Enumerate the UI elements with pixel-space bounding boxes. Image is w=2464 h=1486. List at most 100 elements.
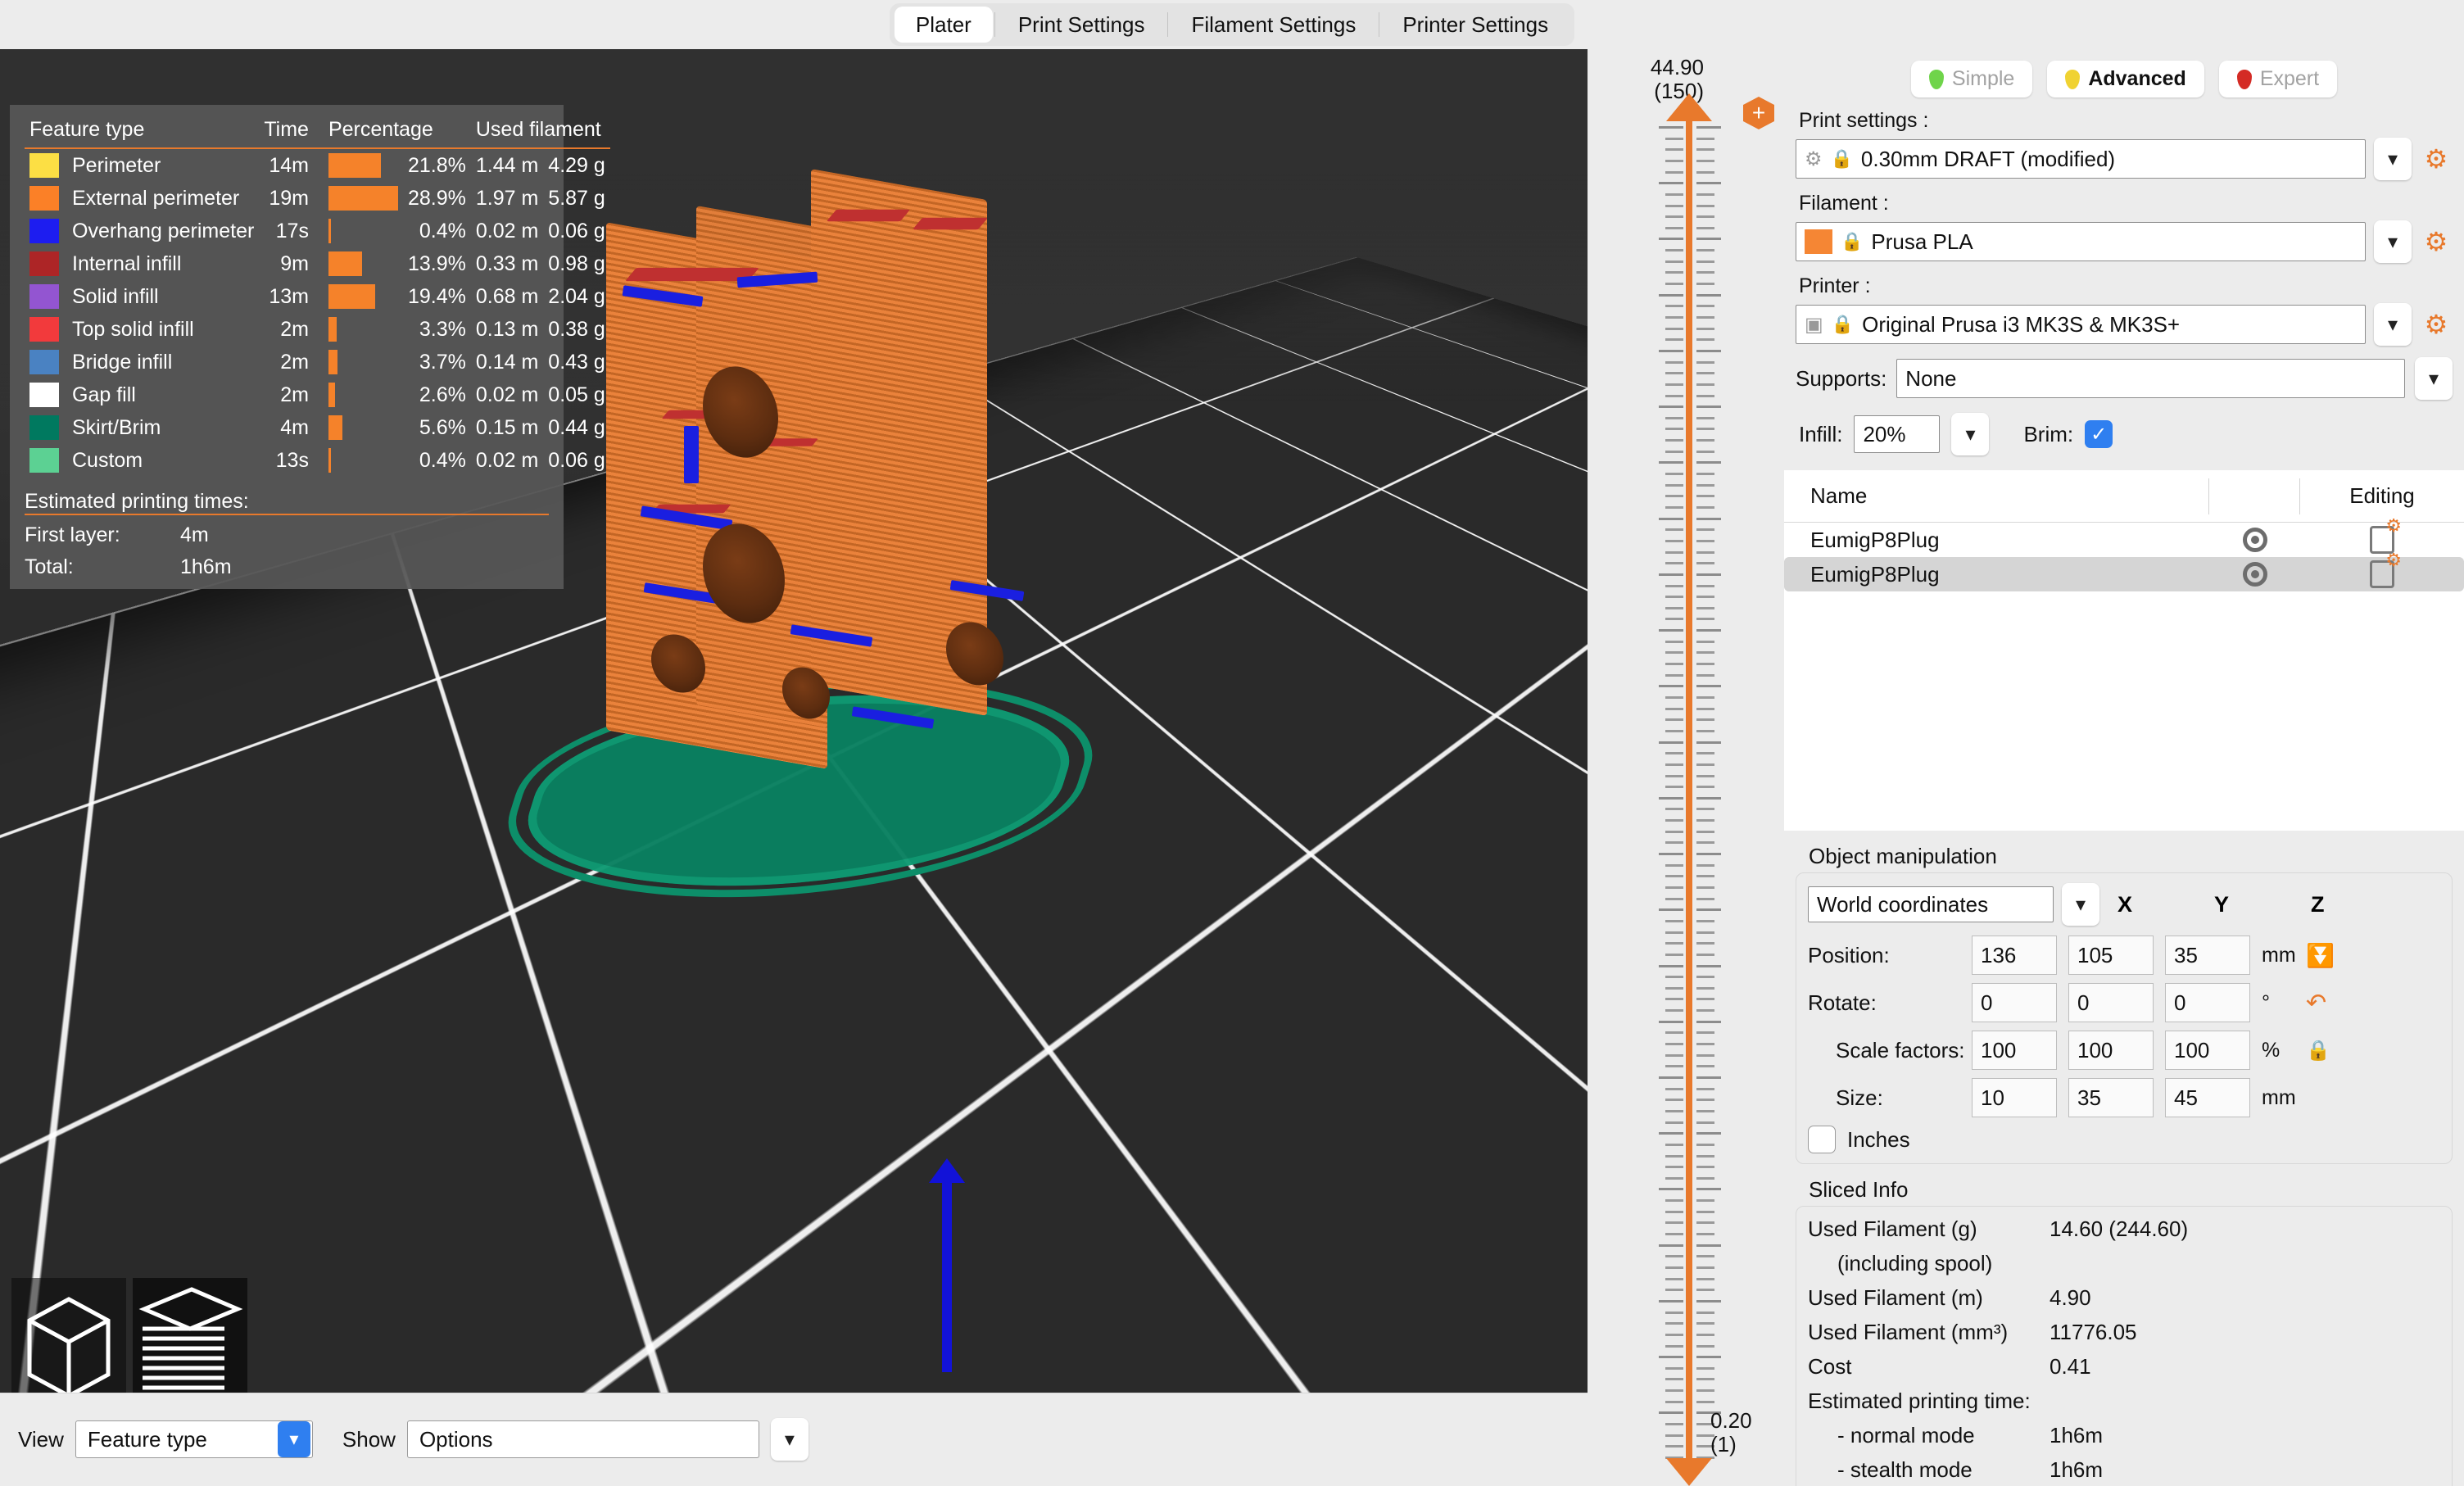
print-settings-dropdown[interactable]: ▾ <box>2374 138 2412 180</box>
om-field-z[interactable]: 45 <box>2165 1078 2250 1117</box>
filament-gear-icon[interactable]: ⚙ <box>2420 225 2453 258</box>
legend-row[interactable]: Custom13s0.4%0.02 m0.06 g <box>25 444 610 477</box>
print-settings-combo[interactable]: ⚙ 🔒 0.30mm DRAFT (modified) <box>1796 139 2366 179</box>
tab-filament-settings[interactable]: Filament Settings <box>1170 7 1377 43</box>
printer-combo[interactable]: ▣ 🔒 Original Prusa i3 MK3S & MK3S+ <box>1796 305 2366 344</box>
layer-tick <box>1696 908 1721 911</box>
om-field-y[interactable]: 35 <box>2068 1078 2154 1117</box>
supports-dropdown[interactable]: ▾ <box>2415 357 2453 400</box>
layer-tick <box>1665 898 1683 900</box>
legend-feature-percentage: 3.3% <box>403 313 471 346</box>
coordinate-system-dropdown[interactable]: ▾ <box>2062 883 2099 926</box>
layer-tick <box>1696 305 1714 307</box>
om-field-x[interactable]: 10 <box>1972 1078 2057 1117</box>
legend-row[interactable]: Internal infill9m13.9%0.33 m0.98 g <box>25 247 610 280</box>
layer-slider-upper-handle[interactable] <box>1666 93 1712 121</box>
supports-combo[interactable]: None <box>1896 359 2405 398</box>
filament-dropdown[interactable]: ▾ <box>2374 220 2412 263</box>
layer-tick <box>1696 227 1714 229</box>
legend-row[interactable]: Top solid infill2m3.3%0.13 m0.38 g <box>25 313 610 346</box>
object-settings-icon[interactable] <box>2300 560 2464 588</box>
3d-preview-viewport[interactable]: Feature type Time Percentage Used filame… <box>0 49 1588 1393</box>
legend-row[interactable]: Skirt/Brim4m5.6%0.15 m0.44 g <box>25 411 610 444</box>
layer-tick <box>1696 506 1714 509</box>
show-select-value: Options <box>408 1427 505 1452</box>
layer-tick <box>1696 1076 1721 1079</box>
show-select[interactable]: Options <box>407 1420 759 1458</box>
vertical-layer-slider[interactable]: 44.90 (150) 44.0041.9039.8038.0035.9033.… <box>1588 49 1784 1486</box>
legend-feature-time: 17s <box>259 215 324 247</box>
printer-dropdown[interactable]: ▾ <box>2374 303 2412 346</box>
print-settings-gear-icon[interactable]: ⚙ <box>2420 143 2453 175</box>
sliced-info-row: Used Filament (m)4.90 <box>1808 1285 2440 1311</box>
layer-tick <box>1696 171 1714 174</box>
sliced-model[interactable] <box>606 139 1196 795</box>
view-mode-icons[interactable] <box>11 1278 257 1393</box>
layer-tick <box>1696 1345 1714 1348</box>
om-field-x[interactable]: 136 <box>1972 936 2057 975</box>
visibility-eye-icon[interactable] <box>2210 528 2300 552</box>
add-color-change-icon[interactable]: + <box>1743 97 1774 129</box>
object-list-row[interactable]: EumigP8Plug <box>1784 523 2464 557</box>
reset-rotation-icon[interactable]: ↶ <box>2306 989 2326 1017</box>
mode-expert-button[interactable]: Expert <box>2219 61 2337 97</box>
layer-tick <box>1659 518 1683 520</box>
legend-row[interactable]: Bridge infill2m3.7%0.14 m0.43 g <box>25 346 610 378</box>
legend-feature-time: 14m <box>259 148 324 182</box>
show-dropdown-button[interactable]: ▾ <box>771 1418 808 1461</box>
layer-tick <box>1659 629 1683 632</box>
object-settings-icon[interactable] <box>2300 526 2464 554</box>
visibility-eye-icon[interactable] <box>2210 562 2300 587</box>
layer-tick <box>1696 461 1721 464</box>
layer-tick <box>1665 428 1683 430</box>
om-field-z[interactable]: 0 <box>2165 983 2250 1022</box>
legend-row[interactable]: Overhang perimeter17s0.4%0.02 m0.06 g <box>25 215 610 247</box>
legend-row[interactable]: Perimeter14m21.8%1.44 m4.29 g <box>25 148 610 182</box>
legend-row[interactable]: External perimeter19m28.9%1.97 m5.87 g <box>25 182 610 215</box>
layer-slider-lower-handle[interactable] <box>1666 1458 1712 1486</box>
tab-printer-settings[interactable]: Printer Settings <box>1381 7 1569 43</box>
layer-tick <box>1696 283 1714 285</box>
mode-simple-button[interactable]: Simple <box>1911 61 2032 97</box>
uniform-scale-lock-icon[interactable]: 🔒 <box>2306 1039 2330 1062</box>
drop-to-bed-icon[interactable]: ⏬ <box>2306 942 2335 969</box>
tab-plater[interactable]: Plater <box>895 7 993 43</box>
object-list[interactable]: Name Editing EumigP8PlugEumigP8Plug <box>1784 470 2464 831</box>
om-field-y[interactable]: 105 <box>2068 936 2154 975</box>
view-select[interactable]: Feature type ▾ <box>75 1420 313 1458</box>
om-field-y[interactable]: 100 <box>2068 1031 2154 1070</box>
layer-tick <box>1696 395 1714 397</box>
legend-feature-meters: 1.97 m <box>471 182 543 215</box>
legend-color-swatch <box>29 317 59 342</box>
layer-tick <box>1659 741 1683 744</box>
brim-checkbox[interactable]: ✓ <box>2085 420 2113 448</box>
legend-row[interactable]: Gap fill2m2.6%0.02 m0.05 g <box>25 378 610 411</box>
tab-print-settings[interactable]: Print Settings <box>997 7 1166 43</box>
infill-dropdown[interactable]: ▾ <box>1951 413 1989 455</box>
layer-tick <box>1696 1289 1714 1291</box>
om-field-z[interactable]: 100 <box>2165 1031 2250 1070</box>
chevron-down-icon[interactable]: ▾ <box>278 1421 310 1457</box>
infill-value-field[interactable]: 20% <box>1854 415 1940 453</box>
om-field-x[interactable]: 100 <box>1972 1031 2057 1070</box>
overhang-perimeter-line <box>852 706 935 728</box>
chevron-down-icon: ▾ <box>2076 893 2086 917</box>
printer-gear-icon[interactable]: ⚙ <box>2420 308 2453 341</box>
om-field-x[interactable]: 0 <box>1972 983 2057 1022</box>
om-field-z[interactable]: 35 <box>2165 936 2250 975</box>
layer-tick <box>1696 976 1714 978</box>
mode-advanced-button[interactable]: Advanced <box>2047 61 2204 97</box>
layer-tick <box>1696 898 1714 900</box>
inches-checkbox[interactable] <box>1808 1126 1836 1153</box>
view-select-value: Feature type <box>76 1427 278 1452</box>
3d-editor-view-icon[interactable] <box>11 1278 126 1393</box>
coordinate-system-combo[interactable]: World coordinates <box>1808 886 2054 922</box>
layer-tick <box>1696 651 1714 654</box>
filament-combo[interactable]: 🔒 Prusa PLA <box>1796 222 2366 261</box>
legend-row[interactable]: Solid infill13m19.4%0.68 m2.04 g <box>25 280 610 313</box>
legend-feature-meters: 0.02 m <box>471 444 543 477</box>
object-list-row[interactable]: EumigP8Plug <box>1784 557 2464 591</box>
om-field-y[interactable]: 0 <box>2068 983 2154 1022</box>
printer-icon: ▣ <box>1805 313 1823 337</box>
preview-layers-view-icon[interactable] <box>133 1278 247 1393</box>
